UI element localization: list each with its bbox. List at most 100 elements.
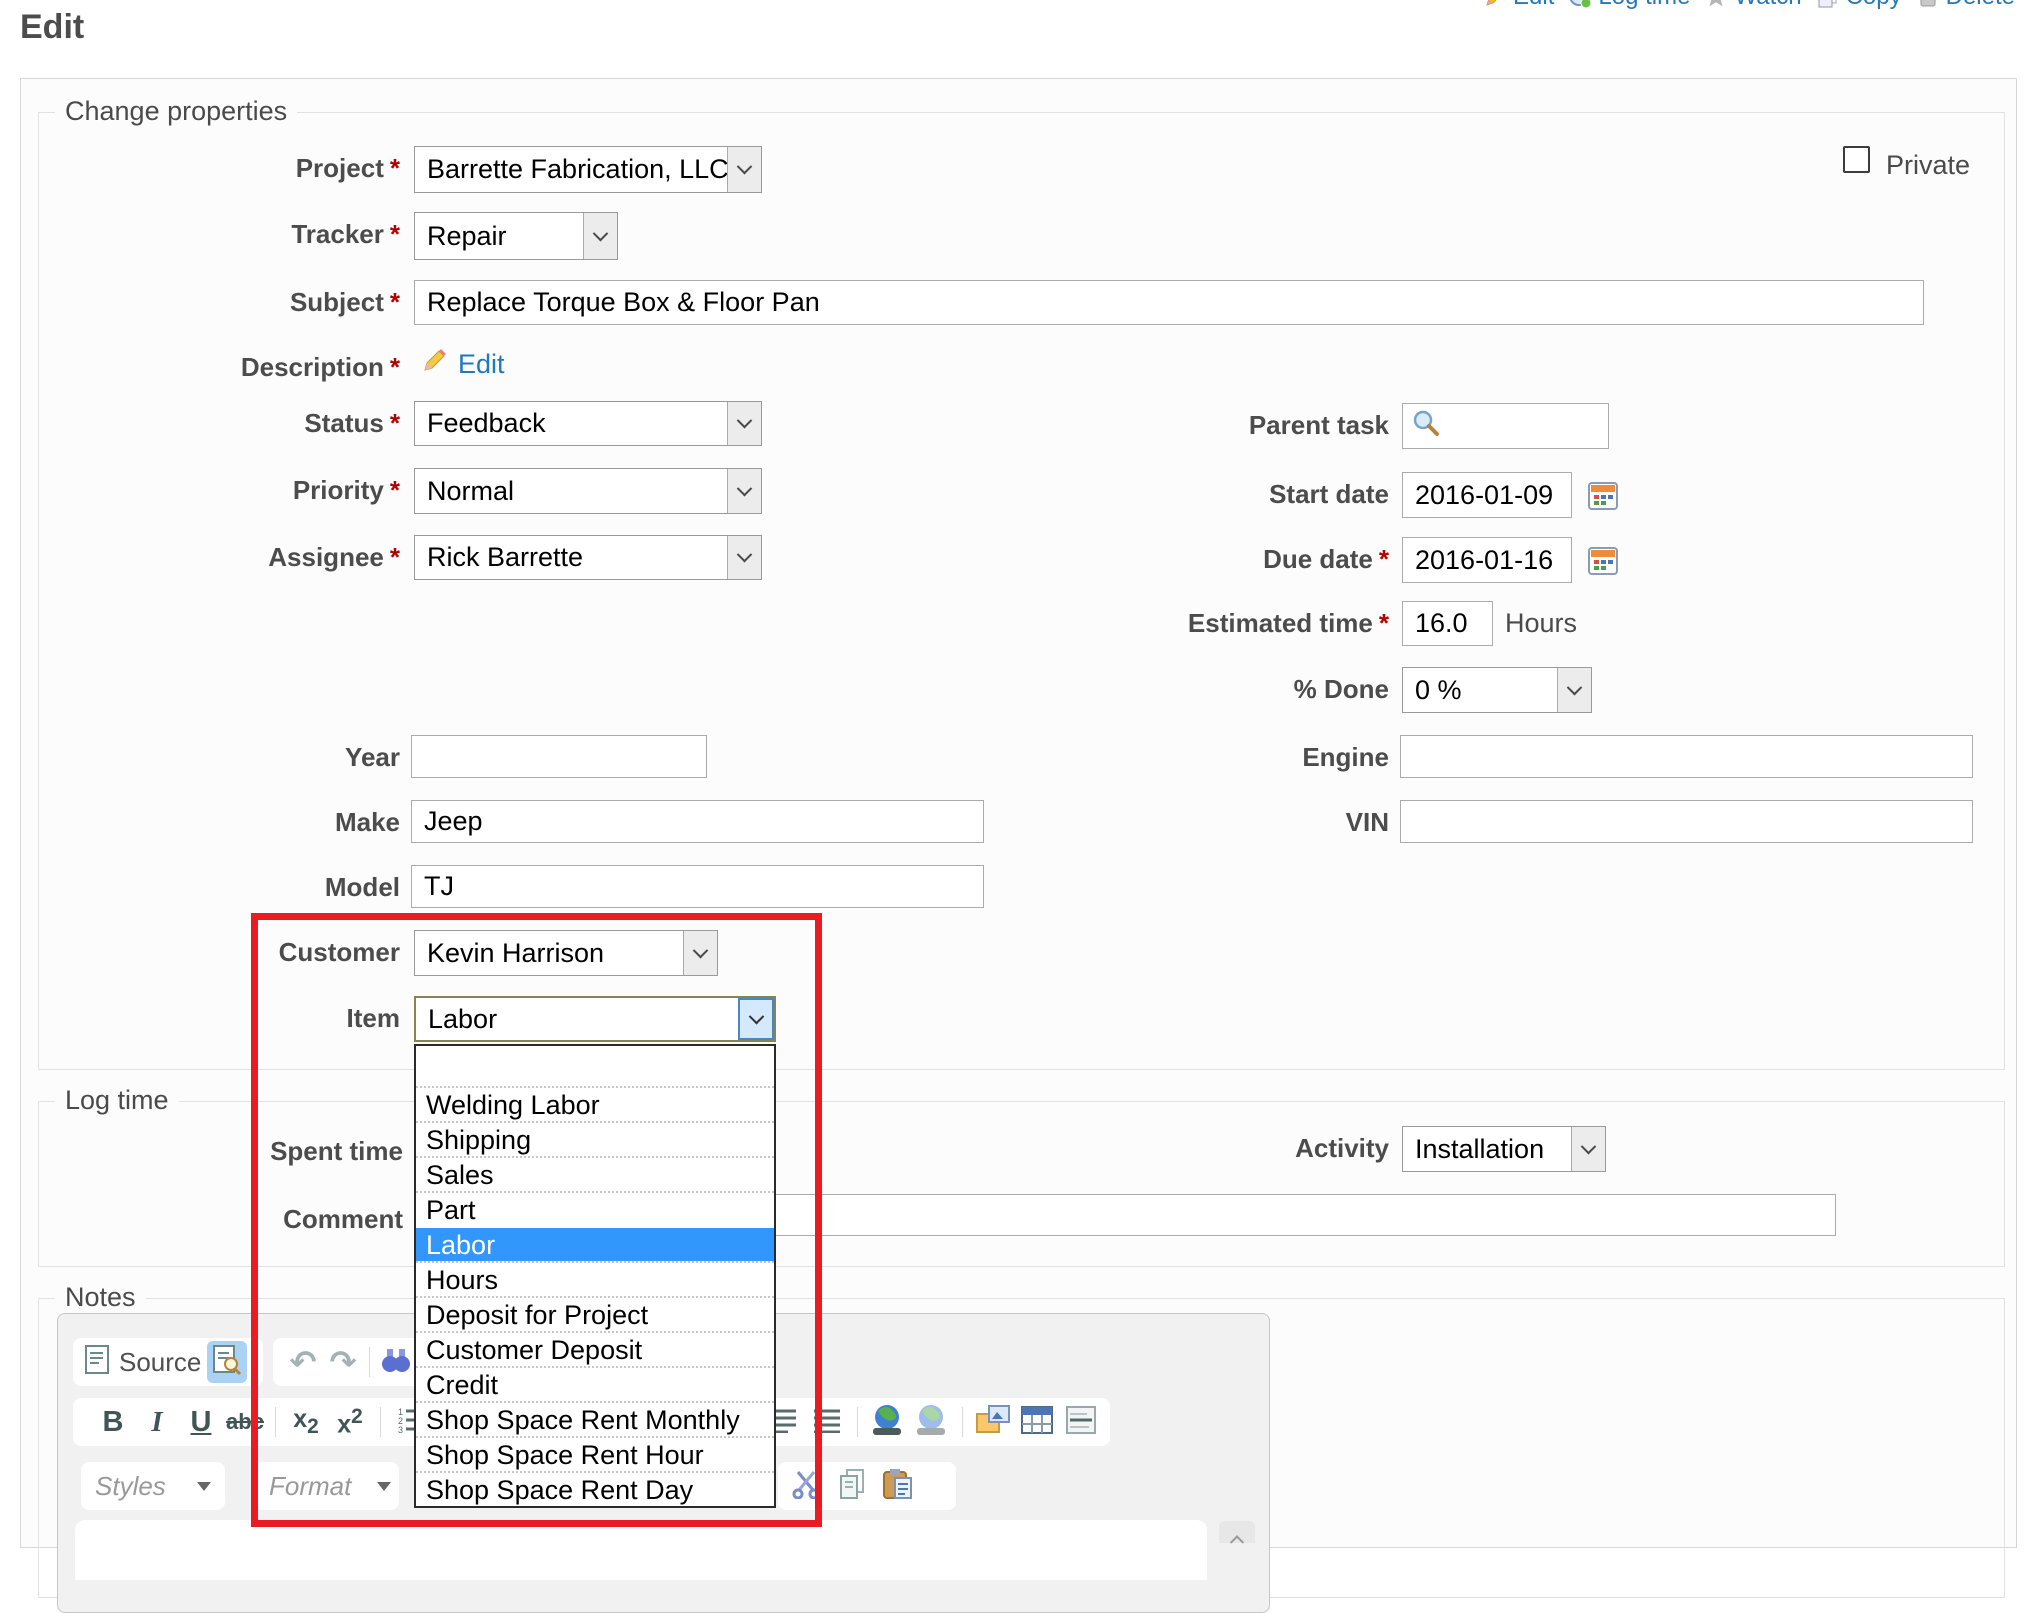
status-select[interactable]: Feedback xyxy=(414,401,762,446)
hours-suffix-label: Hours xyxy=(1505,608,1577,639)
dropdown-option[interactable]: Deposit for Project xyxy=(416,1296,774,1331)
edit-action-link[interactable]: Edit xyxy=(1483,0,1554,11)
notes-legend: Notes xyxy=(55,1282,146,1313)
model-input[interactable]: TJ xyxy=(411,865,984,908)
due-date-label: Due date* xyxy=(1000,544,1389,575)
star-icon xyxy=(1704,0,1728,9)
log-time-action-link[interactable]: Log time xyxy=(1568,0,1690,11)
dropdown-option[interactable]: Sales xyxy=(416,1156,774,1191)
table-icon xyxy=(1020,1405,1054,1440)
delete-action-link[interactable]: Delete xyxy=(1916,0,2015,11)
superscript-button[interactable]: x2 xyxy=(330,1401,370,1443)
calendar-icon[interactable] xyxy=(1588,545,1618,580)
issue-action-bar: Edit Log time Watch Copy Delete xyxy=(1483,0,2015,11)
insert-image-button[interactable] xyxy=(973,1401,1013,1443)
strikethrough-button[interactable]: abc xyxy=(225,1401,265,1443)
make-input[interactable]: Jeep xyxy=(411,800,984,843)
chevron-down-icon[interactable] xyxy=(1557,668,1591,712)
chevron-down-icon[interactable] xyxy=(727,147,761,192)
dropdown-option[interactable]: Shop Space Rent Hour xyxy=(416,1436,774,1471)
source-document-icon xyxy=(85,1345,111,1380)
model-label: Model xyxy=(40,872,400,903)
paste-button[interactable] xyxy=(878,1465,918,1507)
project-select[interactable]: Barrette Fabrication, LLC xyxy=(414,146,762,193)
page-title: Edit xyxy=(20,8,84,47)
dropdown-option[interactable] xyxy=(416,1046,774,1086)
activity-label: Activity xyxy=(1060,1133,1389,1164)
cut-button[interactable] xyxy=(786,1465,826,1507)
chevron-down-icon[interactable] xyxy=(727,469,761,513)
bold-button[interactable]: B xyxy=(93,1401,133,1443)
customer-label: Customer xyxy=(40,937,400,968)
format-dropdown[interactable]: Format xyxy=(255,1462,399,1510)
copy-button[interactable] xyxy=(832,1465,872,1507)
redo-button[interactable]: ↷ xyxy=(323,1341,363,1383)
subject-input[interactable]: Replace Torque Box & Floor Pan xyxy=(414,280,1924,325)
activity-select[interactable]: Installation xyxy=(1402,1126,1606,1172)
remove-link-button[interactable] xyxy=(912,1401,952,1443)
comment-label: Comment xyxy=(40,1204,403,1235)
engine-input[interactable] xyxy=(1400,735,1973,778)
source-button[interactable]: Source xyxy=(85,1341,201,1383)
preview-button[interactable] xyxy=(207,1341,247,1383)
italic-button[interactable]: I xyxy=(137,1401,177,1443)
editor-toolbar-group-clipboard xyxy=(778,1462,956,1510)
vin-input[interactable] xyxy=(1400,800,1973,843)
private-checkbox[interactable] xyxy=(1843,146,1870,173)
horizontal-rule-icon xyxy=(1065,1405,1097,1440)
justify-button[interactable] xyxy=(807,1401,847,1443)
undo-button[interactable]: ↶ xyxy=(283,1341,323,1383)
redo-icon: ↷ xyxy=(330,1343,357,1381)
dropdown-option[interactable]: Customer Deposit xyxy=(416,1331,774,1366)
item-select[interactable]: Labor xyxy=(414,996,776,1042)
dropdown-option[interactable]: Part xyxy=(416,1191,774,1226)
dropdown-option[interactable]: Shop Space Rent Day xyxy=(416,1471,774,1506)
assignee-select[interactable]: Rick Barrette xyxy=(414,535,762,580)
dropdown-option[interactable]: Credit xyxy=(416,1366,774,1401)
editor-content-area[interactable] xyxy=(75,1520,1207,1580)
dropdown-option[interactable]: Hours xyxy=(416,1261,774,1296)
private-label: Private xyxy=(1886,150,1970,181)
paste-clipboard-icon xyxy=(882,1468,914,1505)
clock-icon xyxy=(1568,0,1592,9)
pencil-icon xyxy=(1483,0,1507,9)
priority-select[interactable]: Normal xyxy=(414,468,762,514)
chevron-down-icon[interactable] xyxy=(1571,1127,1605,1171)
chevron-down-icon[interactable] xyxy=(727,536,761,579)
watch-action-link[interactable]: Watch xyxy=(1704,0,1801,11)
horizontal-rule-button[interactable] xyxy=(1061,1401,1101,1443)
calendar-icon[interactable] xyxy=(1588,480,1618,515)
dropdown-option[interactable]: Shipping xyxy=(416,1121,774,1156)
copy-action-link[interactable]: Copy xyxy=(1816,0,1902,11)
chevron-down-icon[interactable] xyxy=(683,931,717,975)
tracker-select[interactable]: Repair xyxy=(414,212,618,260)
chevron-down-icon[interactable] xyxy=(583,213,617,259)
parent-task-input[interactable] xyxy=(1402,403,1609,449)
estimated-time-input[interactable]: 16.0 xyxy=(1402,601,1493,646)
chevron-down-icon[interactable] xyxy=(738,998,774,1040)
underline-button[interactable]: U xyxy=(181,1401,221,1443)
insert-link-button[interactable] xyxy=(868,1401,908,1443)
change-properties-legend: Change properties xyxy=(55,96,297,127)
dropdown-option[interactable]: Labor xyxy=(416,1226,774,1261)
description-edit-link[interactable]: Edit xyxy=(458,349,505,380)
log-time-legend: Log time xyxy=(55,1085,179,1116)
customer-select[interactable]: Kevin Harrison xyxy=(414,930,718,976)
start-date-label: Start date xyxy=(1000,479,1389,510)
percent-done-select[interactable]: 0 % xyxy=(1402,667,1592,713)
year-input[interactable] xyxy=(411,735,707,778)
image-icon xyxy=(975,1404,1011,1441)
globe-link-icon xyxy=(870,1404,906,1441)
item-dropdown[interactable]: Welding LaborShippingSalesPartLaborHours… xyxy=(414,1044,776,1508)
due-date-input[interactable]: 2016-01-16 xyxy=(1402,537,1572,583)
dropdown-option[interactable]: Shop Space Rent Monthly xyxy=(416,1401,774,1436)
subscript-button[interactable]: x2 xyxy=(286,1401,326,1443)
start-date-input[interactable]: 2016-01-09 xyxy=(1402,472,1572,518)
estimated-time-label: Estimated time* xyxy=(1000,608,1389,639)
styles-dropdown[interactable]: Styles xyxy=(81,1462,225,1510)
find-replace-button[interactable] xyxy=(376,1341,416,1383)
editor-scrollbar[interactable] xyxy=(1219,1521,1255,1543)
insert-table-button[interactable] xyxy=(1017,1401,1057,1443)
chevron-down-icon[interactable] xyxy=(727,402,761,445)
dropdown-option[interactable]: Welding Labor xyxy=(416,1086,774,1121)
